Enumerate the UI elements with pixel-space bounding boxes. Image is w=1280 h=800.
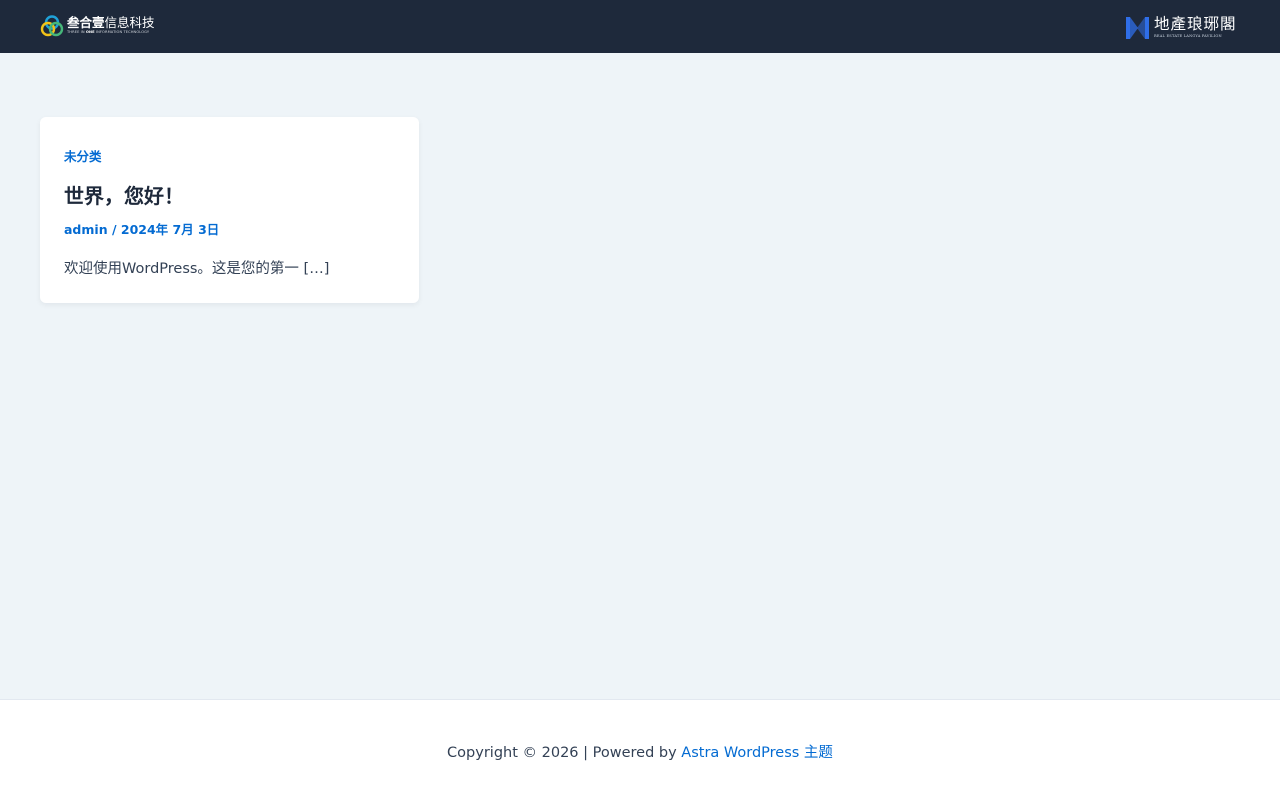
site-logo-name: 叁合壹信息科技	[67, 14, 155, 30]
site-header: 叁合壹信息科技 THREE IN ONE INFORMATION TECHNOL…	[0, 0, 1280, 53]
post-title[interactable]: 世界，您好！	[64, 180, 184, 209]
post-card: 未分类 世界，您好！ admin / 2024年 7月 3日 欢迎使用WordP…	[40, 117, 419, 303]
post-meta: admin / 2024年 7月 3日	[64, 219, 219, 238]
footer-copyright-text: Copyright © 2026 | Powered by	[447, 745, 682, 761]
site-footer: Copyright © 2026 | Powered by Astra Word…	[0, 699, 1280, 800]
post-excerpt: 欢迎使用WordPress。这是您的第一 […]	[64, 261, 330, 277]
footer-theme-link[interactable]: Astra WordPress 主题	[681, 745, 833, 761]
site-logo-name-bold: 叁合壹	[67, 14, 105, 30]
site-logo-text: 叁合壹信息科技 THREE IN ONE INFORMATION TECHNOL…	[67, 14, 155, 35]
footer-copyright: Copyright © 2026 | Powered by Astra Word…	[0, 741, 1280, 762]
partner-logo-text: 地產琅琊閣 REAL ESTATE LANGYA PAVILION	[1154, 17, 1237, 38]
post-category-link[interactable]: 未分类	[64, 146, 102, 165]
site-logo-tagline-bold: ONE	[85, 30, 95, 35]
site-logo[interactable]: 叁合壹信息科技 THREE IN ONE INFORMATION TECHNOL…	[40, 13, 156, 39]
site-logo-tagline-prefix: THREE IN	[67, 30, 86, 35]
tricolor-rings-logo-icon	[40, 15, 64, 37]
partner-logo-name: 地產琅琊閣	[1154, 15, 1237, 34]
post-meta-separator: /	[107, 222, 121, 237]
blue-bracket-logo-icon	[1126, 17, 1149, 39]
post-date-link[interactable]: 2024年 7月 3日	[121, 222, 219, 237]
post-author-link[interactable]: admin	[64, 222, 108, 237]
partner-logo-tagline: REAL ESTATE LANGYA PAVILION	[1154, 33, 1222, 38]
site-logo-tagline: THREE IN ONE INFORMATION TECHNOLOGY	[67, 31, 155, 35]
site-logo-name-regular: 信息科技	[104, 14, 155, 30]
partner-logo[interactable]: 地產琅琊閣 REAL ESTATE LANGYA PAVILION	[1124, 14, 1240, 42]
site-logo-tagline-suffix: INFORMATION TECHNOLOGY	[94, 30, 150, 35]
